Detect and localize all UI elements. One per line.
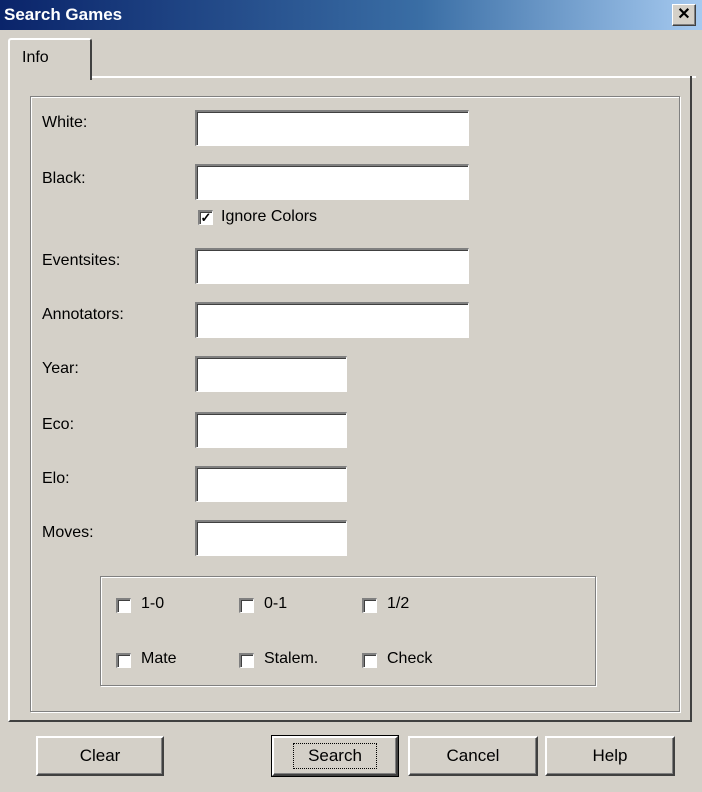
annotators-input[interactable]	[195, 302, 469, 338]
eventsites-input[interactable]	[195, 248, 469, 284]
help-button[interactable]: Help	[545, 736, 675, 776]
clear-button[interactable]: Clear	[36, 736, 164, 776]
ignore-colors-label: Ignore Colors	[221, 208, 318, 225]
moves-input[interactable]	[195, 520, 347, 556]
annotators-label: Annotators:	[42, 306, 124, 323]
mate-label: Mate	[141, 650, 177, 667]
search-button[interactable]: Search	[271, 735, 399, 777]
title-bar: Search Games ✕	[0, 0, 702, 30]
cancel-button-label: Cancel	[446, 746, 500, 765]
draw-label: 1/2	[387, 595, 410, 612]
tab-info[interactable]: Info	[8, 38, 92, 80]
stalemate-label: Stalem.	[264, 650, 319, 667]
tab-info-label: Info	[22, 49, 49, 66]
close-button[interactable]: ✕	[672, 4, 696, 26]
black-wins-label: 0-1	[264, 595, 288, 612]
check-checkbox[interactable]	[362, 653, 377, 668]
window-title: Search Games	[4, 5, 123, 24]
elo-label: Elo:	[42, 470, 70, 487]
close-icon: ✕	[677, 6, 691, 23]
white-label: White:	[42, 114, 88, 131]
result-filter-group	[100, 576, 596, 686]
eventsites-label: Eventsites:	[42, 252, 121, 269]
black-input[interactable]	[195, 164, 469, 200]
cancel-button[interactable]: Cancel	[408, 736, 538, 776]
elo-input[interactable]	[195, 466, 347, 502]
white-input[interactable]	[195, 110, 469, 146]
black-label: Black:	[42, 170, 86, 187]
white-wins-checkbox[interactable]	[116, 598, 131, 613]
ignore-colors-checkbox[interactable]: ✓	[198, 210, 213, 225]
draw-checkbox[interactable]	[362, 598, 377, 613]
checkmark-icon: ✓	[200, 210, 212, 225]
black-wins-checkbox[interactable]	[239, 598, 254, 613]
help-button-label: Help	[592, 746, 628, 765]
white-wins-label: 1-0	[141, 595, 165, 612]
clear-button-label: Clear	[79, 746, 121, 765]
search-button-label: Search	[293, 743, 377, 769]
year-input[interactable]	[195, 356, 347, 392]
check-label: Check	[387, 650, 433, 667]
year-label: Year:	[42, 360, 79, 377]
stalemate-checkbox[interactable]	[239, 653, 254, 668]
moves-label: Moves:	[42, 524, 94, 541]
eco-input[interactable]	[195, 412, 347, 448]
mate-checkbox[interactable]	[116, 653, 131, 668]
eco-label: Eco:	[42, 416, 75, 433]
